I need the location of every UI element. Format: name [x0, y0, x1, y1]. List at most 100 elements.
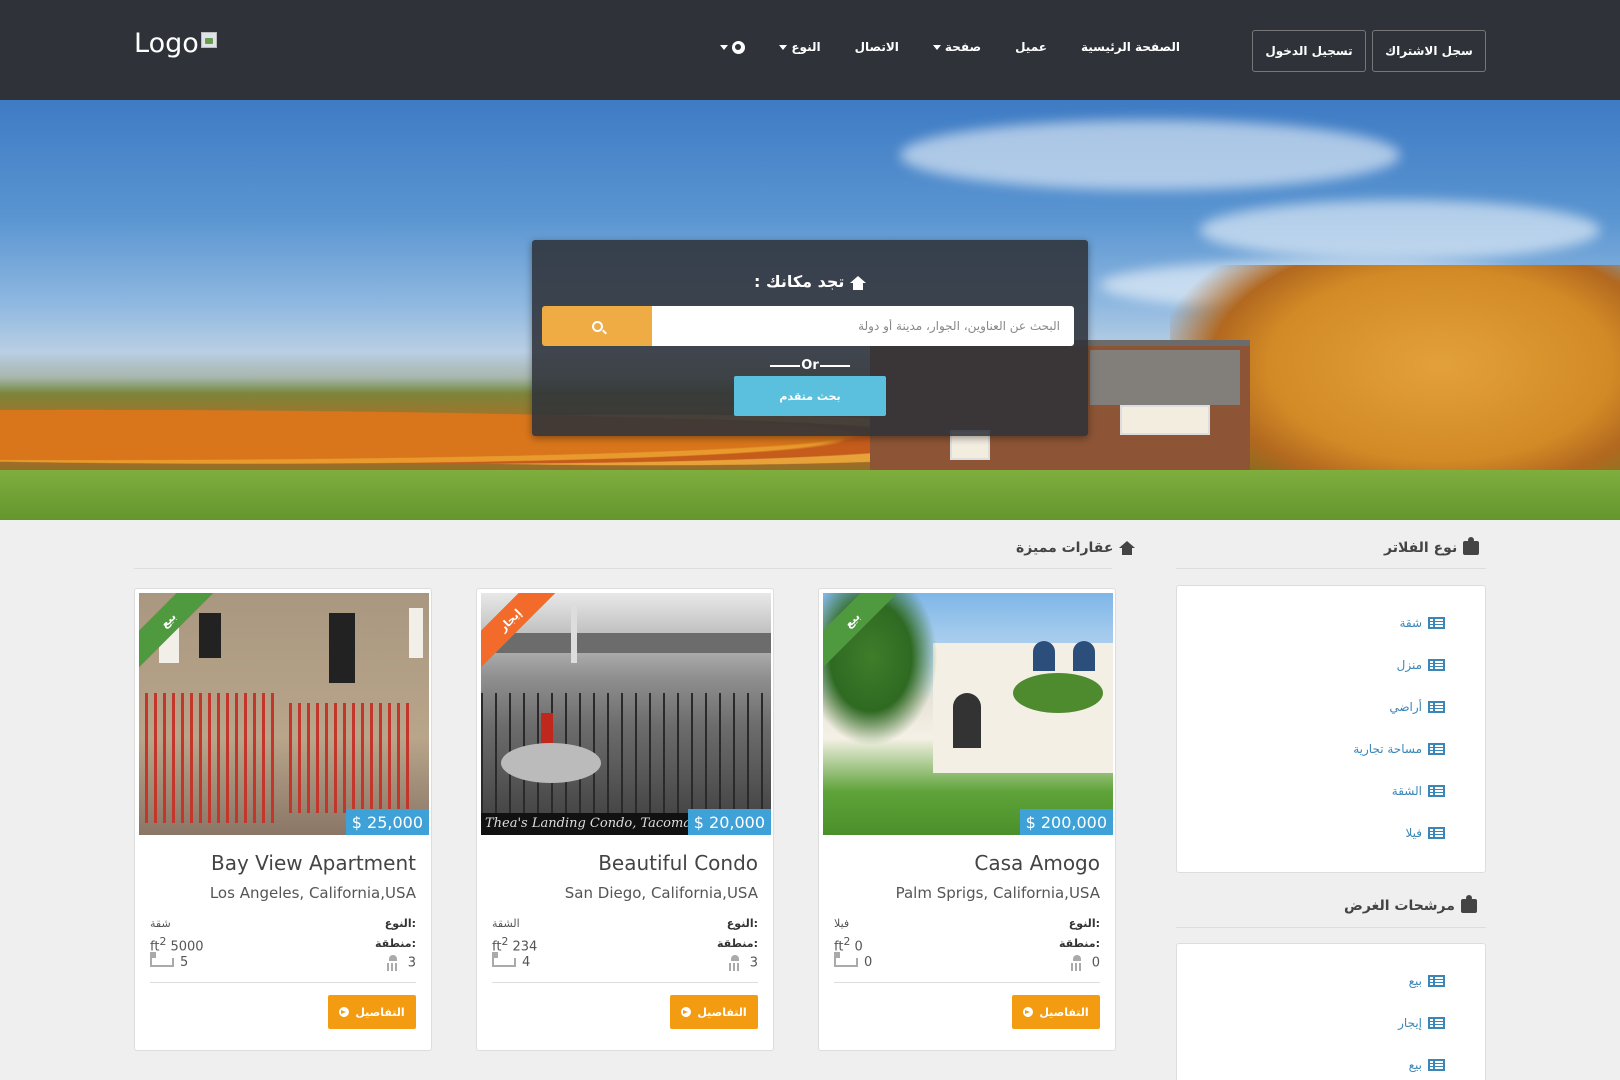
- area-value: ft2 234: [492, 935, 538, 955]
- listing-location: San Diego, California,USA: [564, 884, 758, 902]
- list-icon: [1428, 659, 1445, 671]
- filter-purpose-sale[interactable]: بيع: [1409, 974, 1445, 988]
- globe-icon: [732, 40, 746, 54]
- listing-title[interactable]: Casa Amogo: [974, 851, 1100, 875]
- logo[interactable]: Logo: [134, 28, 217, 59]
- cloud: [900, 120, 1400, 190]
- nav-link-type[interactable]: النوع: [779, 40, 821, 54]
- or-divider: Or: [532, 358, 1088, 373]
- type-label: النوع:: [384, 917, 416, 930]
- purpose-filters-heading: مرشحات الغرض: [1344, 895, 1477, 914]
- bed-icon: [150, 952, 174, 967]
- bed-icon: [834, 952, 858, 967]
- area-label: منطقة:: [1058, 937, 1100, 950]
- listing-card: بيع $ 200,000 Casa Amogo Palm Sprigs, Ca…: [818, 588, 1116, 1051]
- broken-image-icon: [200, 32, 217, 48]
- logo-text: Logo: [134, 28, 199, 59]
- type-label: النوع:: [1068, 917, 1100, 930]
- photo-watermark: Thea's Landing Condo, Tacoma: [481, 813, 711, 835]
- filter-purpose-sale-2[interactable]: بيع: [1409, 1058, 1445, 1072]
- filter-type-land[interactable]: أراضي: [1389, 700, 1445, 714]
- beds: 5: [150, 952, 188, 970]
- listing-card: Thea's Landing Condo, Tacoma إيجار $ 20,…: [476, 588, 774, 1051]
- featured-heading: عقارات مميزة: [1016, 540, 1136, 556]
- type-filters-box: شقة منزل أراضي مساحة تجارية الشقة فيلا: [1176, 585, 1486, 873]
- puzzle-icon: [1460, 895, 1477, 913]
- language-dropdown[interactable]: [720, 40, 746, 54]
- beds: 0: [834, 952, 872, 970]
- list-icon: [1428, 743, 1445, 755]
- type-value: الشقة: [492, 917, 520, 930]
- price-badge: $ 200,000: [1019, 809, 1113, 835]
- search-icon: [591, 320, 603, 332]
- type-value: شقة: [150, 917, 171, 930]
- card-divider: [834, 982, 1100, 983]
- list-icon: [1428, 975, 1445, 987]
- search-button[interactable]: [542, 306, 652, 346]
- heading-divider: [1176, 927, 1486, 928]
- filter-type-villa[interactable]: فيلا: [1405, 826, 1445, 840]
- filter-type-house[interactable]: منزل: [1397, 658, 1445, 672]
- home-icon: [850, 275, 867, 290]
- baths: 3: [728, 955, 758, 971]
- search-panel: تجد مكانك : Or بحث متقدم: [532, 240, 1088, 436]
- list-icon: [1428, 1059, 1445, 1071]
- advanced-search-button[interactable]: بحث متقدم: [734, 376, 886, 416]
- listing-location: Los Angeles, California,USA: [209, 884, 416, 902]
- house-window: [1120, 405, 1210, 435]
- nav-links: الصفحة الرئيسية عميل صفحة الاتصال النوع: [720, 40, 1180, 54]
- filter-type-flat[interactable]: الشقة: [1392, 784, 1445, 798]
- caret-down-icon: [932, 44, 941, 50]
- filter-purpose-rent[interactable]: إيجار: [1398, 1016, 1445, 1030]
- search-row: [542, 306, 1074, 346]
- type-value: فيلا: [834, 917, 850, 930]
- login-button[interactable]: تسجيل الدخول: [1252, 30, 1366, 72]
- type-filters-heading: نوع الفلاتر: [1384, 537, 1480, 556]
- listing-photo[interactable]: بيع $ 200,000: [823, 593, 1113, 835]
- listing-title[interactable]: Beautiful Condo: [598, 851, 758, 875]
- shower-icon: [386, 955, 400, 971]
- price-badge: $ 25,000: [345, 809, 429, 835]
- bed-icon: [492, 952, 516, 967]
- listing-title[interactable]: Bay View Apartment: [211, 851, 416, 875]
- baths: 3: [386, 955, 416, 971]
- nav-link-client[interactable]: عميل: [1015, 40, 1047, 54]
- arrow-circle-icon: [339, 1007, 350, 1017]
- nav-link-home[interactable]: الصفحة الرئيسية: [1081, 40, 1180, 54]
- arrow-circle-icon: [1023, 1007, 1034, 1017]
- area-label: منطقة:: [374, 937, 416, 950]
- purpose-filters-box: بيع إيجار بيع: [1176, 943, 1486, 1080]
- arrow-circle-icon: [681, 1007, 692, 1017]
- baths: 0: [1070, 955, 1100, 971]
- list-icon: [1428, 1017, 1445, 1029]
- top-navbar: Logo الصفحة الرئيسية عميل صفحة الاتصال ا…: [0, 0, 1620, 100]
- puzzle-icon: [1463, 537, 1480, 555]
- lawn: [0, 470, 1620, 520]
- home-icon: [1119, 541, 1136, 555]
- list-icon: [1428, 701, 1445, 713]
- listing-photo[interactable]: بيع $ 25,000: [139, 593, 429, 835]
- listing-card: بيع $ 25,000 Bay View Apartment Los Ange…: [134, 588, 432, 1051]
- listing-photo[interactable]: Thea's Landing Condo, Tacoma إيجار $ 20,…: [481, 593, 771, 835]
- house-roof: [1090, 350, 1240, 405]
- shower-icon: [728, 955, 742, 971]
- nav-link-page[interactable]: صفحة: [932, 40, 981, 54]
- list-icon: [1428, 785, 1445, 797]
- details-button[interactable]: التفاصيل: [1012, 995, 1100, 1029]
- search-input[interactable]: [652, 306, 1074, 346]
- heading-divider: [1176, 568, 1486, 569]
- signup-button[interactable]: سجل الاشتراك: [1372, 30, 1486, 72]
- details-button[interactable]: التفاصيل: [328, 995, 416, 1029]
- nav-link-contact[interactable]: الاتصال: [855, 40, 899, 54]
- details-button[interactable]: التفاصيل: [670, 995, 758, 1029]
- area-label: منطقة:: [716, 937, 758, 950]
- list-icon: [1428, 617, 1445, 629]
- search-title: تجد مكانك :: [532, 272, 1088, 291]
- type-label: النوع:: [726, 917, 758, 930]
- beds: 4: [492, 952, 530, 970]
- card-divider: [492, 982, 758, 983]
- caret-down-icon: [720, 44, 729, 50]
- heading-divider: [134, 568, 1112, 569]
- filter-type-apartment[interactable]: شقة: [1399, 616, 1445, 630]
- filter-type-commercial[interactable]: مساحة تجارية: [1353, 742, 1445, 756]
